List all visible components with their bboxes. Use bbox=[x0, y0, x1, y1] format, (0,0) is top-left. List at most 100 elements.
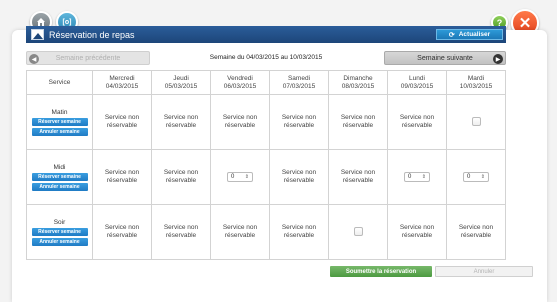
day-name: Samedi bbox=[287, 74, 311, 82]
not-reservable-text: Service non réservable bbox=[270, 224, 328, 240]
day-header: Mardi 10/03/2015 bbox=[446, 70, 506, 95]
quantity-stepper[interactable]: 0 ⇕ bbox=[463, 172, 489, 182]
meal-checkbox[interactable] bbox=[353, 226, 363, 236]
not-reservable-line2: réservable bbox=[342, 177, 374, 184]
day-cell bbox=[328, 204, 388, 260]
meal-checkbox[interactable] bbox=[471, 116, 481, 126]
not-reservable-text: Service non réservable bbox=[93, 169, 151, 185]
day-cell: Service non réservable bbox=[151, 204, 211, 260]
day-name: Mercredi bbox=[109, 74, 135, 82]
not-reservable-text: Service non réservable bbox=[388, 224, 446, 240]
not-reservable-text: Service non réservable bbox=[152, 224, 210, 240]
day-cell: Service non réservable bbox=[387, 204, 447, 260]
not-reservable-line2: réservable bbox=[165, 177, 197, 184]
day-header: Lundi 09/03/2015 bbox=[387, 70, 447, 95]
not-reservable-line1: Service non bbox=[104, 169, 140, 176]
cancel-week-button[interactable]: Annuler semaine bbox=[31, 237, 88, 246]
not-reservable-text: Service non réservable bbox=[93, 114, 151, 130]
day-header: Mercredi 04/03/2015 bbox=[92, 70, 152, 95]
not-reservable-line2: réservable bbox=[165, 232, 197, 239]
not-reservable-text: Service non réservable bbox=[388, 114, 446, 130]
day-cell: Service non réservable bbox=[269, 94, 329, 150]
table-header-row: Service Mercredi 04/03/2015 Jeudi 05/03/20… bbox=[26, 70, 506, 95]
not-reservable-line2: réservable bbox=[165, 122, 197, 129]
page-title: Réservation de repas bbox=[49, 29, 135, 40]
not-reservable-line2: réservable bbox=[224, 232, 256, 239]
week-navigation: ◀ Semaine précédente Semaine du 04/03/20… bbox=[26, 51, 506, 65]
not-reservable-line2: réservable bbox=[401, 122, 433, 129]
day-cell: Service non réservable bbox=[328, 149, 388, 205]
not-reservable-line2: réservable bbox=[106, 177, 138, 184]
reservation-table: Service Mercredi 04/03/2015 Jeudi 05/03/20… bbox=[26, 70, 506, 260]
day-header: Jeudi 05/03/2015 bbox=[151, 70, 211, 95]
table-row: Soir Réserver semaine Annuler semaine Servi… bbox=[26, 204, 506, 260]
not-reservable-line1: Service non bbox=[163, 169, 199, 176]
day-header: Dimanche 08/03/2015 bbox=[328, 70, 388, 95]
meal-slot-label: Matin bbox=[51, 108, 68, 116]
refresh-icon: ⟳ bbox=[448, 31, 455, 39]
day-cell: Service non réservable bbox=[269, 149, 329, 205]
not-reservable-line1: Service non bbox=[281, 114, 317, 121]
day-date: 04/03/2015 bbox=[105, 82, 139, 90]
not-reservable-line2: réservable bbox=[460, 232, 492, 239]
not-reservable-text: Service non réservable bbox=[329, 114, 387, 130]
quantity-value: 0 bbox=[231, 174, 235, 180]
day-header: Samedi 07/03/2015 bbox=[269, 70, 329, 95]
day-cell: Service non réservable bbox=[269, 204, 329, 260]
table-row: Matin Réserver semaine Annuler semaine Serv… bbox=[26, 94, 506, 150]
day-date: 05/03/2015 bbox=[164, 82, 198, 90]
reserve-week-button[interactable]: Réserver semaine bbox=[31, 117, 88, 126]
day-cell: Service non réservable bbox=[446, 204, 506, 260]
day-cell: Service non réservable bbox=[92, 149, 152, 205]
cancel-week-button[interactable]: Annuler semaine bbox=[31, 127, 88, 136]
service-cell: Midi Réserver semaine Annuler semaine bbox=[26, 149, 93, 205]
mountain-icon bbox=[31, 29, 44, 40]
header-bar: Réservation de repas ⟳ Actualiser bbox=[26, 26, 506, 43]
quantity-stepper[interactable]: 0 ⇕ bbox=[227, 172, 253, 182]
not-reservable-text: Service non réservable bbox=[211, 224, 269, 240]
day-cell: Service non réservable bbox=[210, 204, 270, 260]
not-reservable-line1: Service non bbox=[163, 114, 199, 121]
quantity-value: 0 bbox=[408, 174, 412, 180]
meal-slot-label: Midi bbox=[53, 163, 66, 171]
day-cell: Service non réservable bbox=[92, 94, 152, 150]
not-reservable-line2: réservable bbox=[401, 232, 433, 239]
quantity-value: 0 bbox=[467, 174, 471, 180]
not-reservable-line2: réservable bbox=[106, 232, 138, 239]
not-reservable-line1: Service non bbox=[222, 114, 258, 121]
submit-reservation-button[interactable]: Soumettre la réservation bbox=[330, 266, 432, 277]
service-cell: Soir Réserver semaine Annuler semaine bbox=[26, 204, 93, 260]
not-reservable-line2: réservable bbox=[342, 122, 374, 129]
day-cell: Service non réservable bbox=[328, 94, 388, 150]
cancel-week-button[interactable]: Annuler semaine bbox=[31, 182, 88, 191]
not-reservable-text: Service non réservable bbox=[93, 224, 151, 240]
cancel-button[interactable]: Annuler bbox=[435, 266, 533, 277]
day-cell: Service non réservable bbox=[151, 149, 211, 205]
not-reservable-text: Service non réservable bbox=[329, 169, 387, 185]
not-reservable-line2: réservable bbox=[224, 122, 256, 129]
stepper-arrows-icon: ⇕ bbox=[421, 174, 426, 180]
not-reservable-text: Service non réservable bbox=[152, 114, 210, 130]
table-row: Midi Réserver semaine Annuler semaine Servi… bbox=[26, 149, 506, 205]
not-reservable-text: Service non réservable bbox=[211, 114, 269, 130]
next-week-button[interactable]: Semaine suivante ▶ bbox=[384, 51, 506, 65]
refresh-button[interactable]: ⟳ Actualiser bbox=[436, 29, 503, 40]
quantity-stepper[interactable]: 0 ⇕ bbox=[404, 172, 430, 182]
not-reservable-line1: Service non bbox=[222, 224, 258, 231]
not-reservable-line1: Service non bbox=[458, 224, 494, 231]
not-reservable-line1: Service non bbox=[340, 169, 376, 176]
day-cell: Service non réservable bbox=[92, 204, 152, 260]
day-cell: 0 ⇕ bbox=[210, 149, 270, 205]
reserve-week-button[interactable]: Réserver semaine bbox=[31, 227, 88, 236]
reserve-week-button[interactable]: Réserver semaine bbox=[31, 172, 88, 181]
day-date: 06/03/2015 bbox=[223, 82, 257, 90]
day-date: 10/03/2015 bbox=[459, 82, 493, 90]
service-cell: Matin Réserver semaine Annuler semaine bbox=[26, 94, 93, 150]
day-cell: 0 ⇕ bbox=[387, 149, 447, 205]
day-cell bbox=[446, 94, 506, 150]
not-reservable-line2: réservable bbox=[283, 232, 315, 239]
day-cell: Service non réservable bbox=[387, 94, 447, 150]
not-reservable-line1: Service non bbox=[281, 224, 317, 231]
day-date: 08/03/2015 bbox=[341, 82, 375, 90]
not-reservable-line2: réservable bbox=[283, 177, 315, 184]
